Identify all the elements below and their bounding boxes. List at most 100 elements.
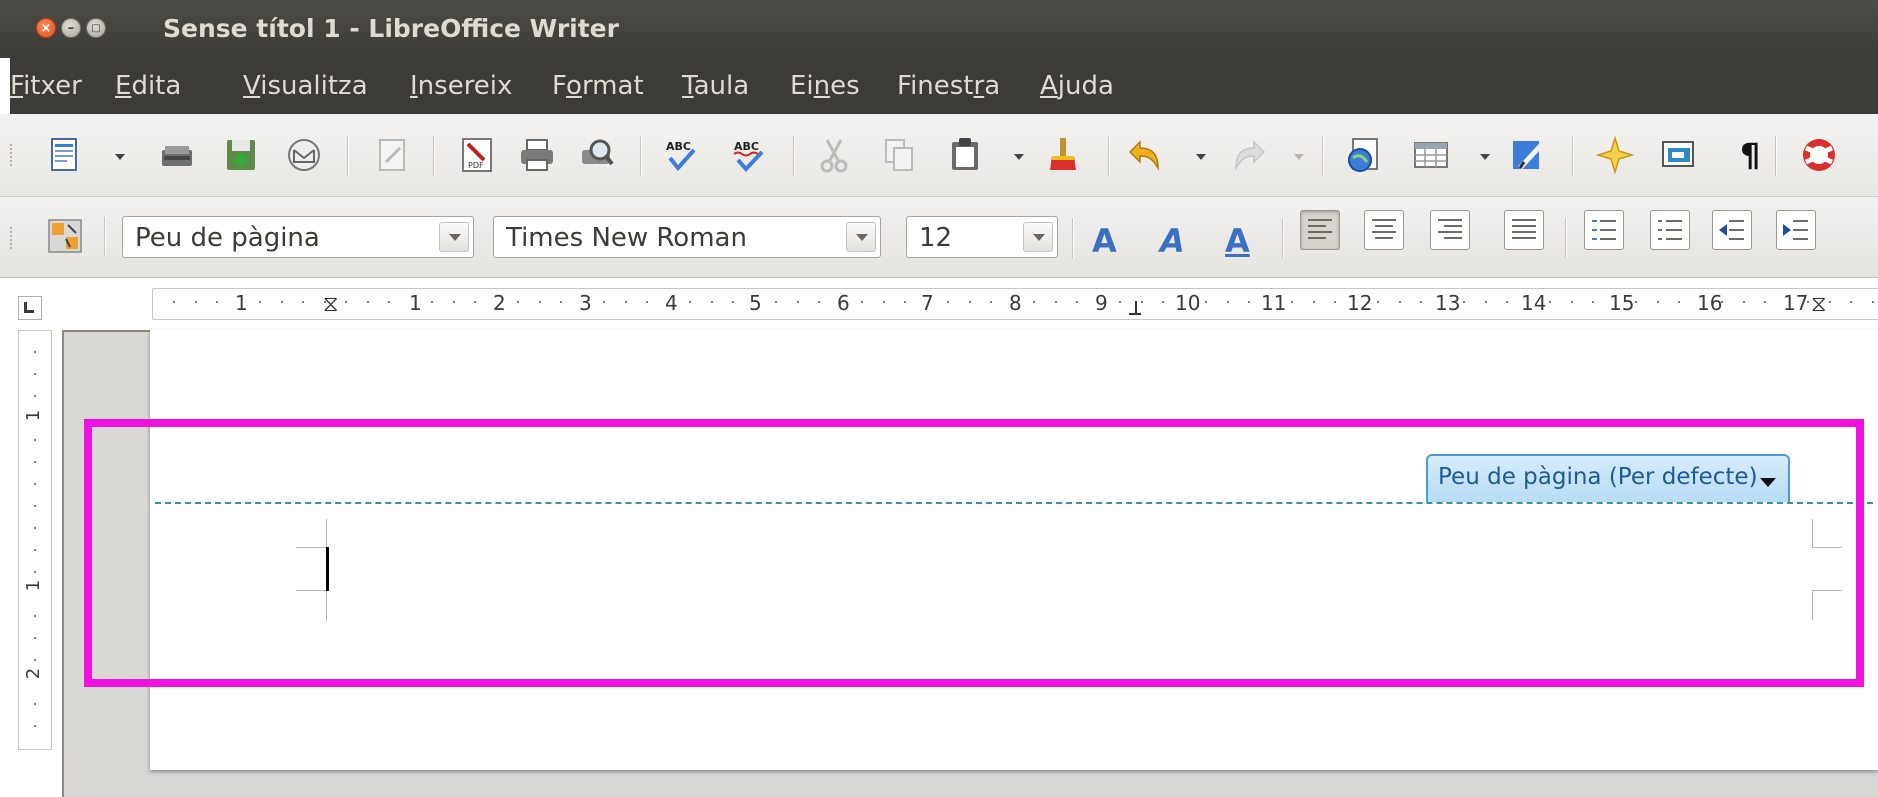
paragraph-style-combo[interactable]: Peu de pàgina <box>122 216 474 258</box>
menu-format[interactable]: Format <box>552 71 644 101</box>
menu-ajuda[interactable]: Ajuda <box>1040 71 1114 101</box>
toolbar-grip[interactable] <box>10 144 16 166</box>
chevron-down-icon[interactable] <box>439 222 469 252</box>
gallery-icon[interactable] <box>1596 136 1634 174</box>
title-bar: × – □ Sense títol 1 - LibreOffice Writer <box>0 0 1878 58</box>
font-size-combo[interactable]: 12 <box>906 216 1058 258</box>
ruler-tick <box>818 301 820 303</box>
toolbar-separator <box>104 217 106 257</box>
ruler-tick <box>947 301 949 303</box>
redo-icon[interactable] <box>1228 136 1266 174</box>
print-icon[interactable] <box>518 136 556 174</box>
redo-dropdown-icon[interactable] <box>1294 154 1304 160</box>
ruler-tick <box>173 301 175 303</box>
numbering-button[interactable] <box>1584 210 1624 250</box>
cut-icon[interactable] <box>815 136 853 174</box>
vertical-ruler[interactable]: 1 1 2 <box>18 330 52 750</box>
save-icon[interactable] <box>222 136 260 174</box>
menu-visualitza[interactable]: Visualitza <box>243 71 368 101</box>
formatting-marks-icon[interactable]: ¶ <box>1740 136 1760 174</box>
copy-icon[interactable] <box>880 136 918 174</box>
email-icon[interactable] <box>285 136 323 174</box>
ruler-label: 10 <box>1175 291 1201 315</box>
vertical-ruler-tick <box>34 725 36 727</box>
paste-icon[interactable] <box>946 136 984 174</box>
maximize-window-button[interactable]: □ <box>86 18 106 38</box>
ruler-label: 12 <box>1347 291 1373 315</box>
ruler-tick <box>1742 301 1745 303</box>
menu-eines[interactable]: Eines <box>790 71 860 101</box>
vertical-ruler-tick <box>34 461 36 463</box>
minimize-window-button[interactable]: – <box>61 18 81 38</box>
toolbar-separator <box>1108 136 1110 176</box>
italic-button[interactable]: A <box>1160 222 1185 260</box>
underline-button[interactable]: A <box>1225 222 1250 260</box>
menu-taula[interactable]: Taula <box>682 71 749 101</box>
navigator-icon[interactable] <box>1345 136 1383 174</box>
vertical-ruler-tick <box>34 483 36 485</box>
horizontal-ruler[interactable]: 1 1 2 3 4 5 6 7 8 9 10 11 12 13 14 15 16 17 ⧖ ⧖ <box>64 288 1878 326</box>
ruler-tick <box>1549 301 1551 303</box>
ruler-tick <box>345 301 347 303</box>
menu-edita[interactable]: Edita <box>115 71 181 101</box>
edit-mode-icon[interactable] <box>374 136 412 174</box>
horizontal-ruler-scale: 1 1 2 3 4 5 6 7 8 9 10 11 12 13 14 15 16 17 ⧖ ⧖ <box>152 288 1878 320</box>
close-window-button[interactable]: × <box>36 18 56 38</box>
undo-icon[interactable] <box>1128 136 1166 174</box>
print-preview-icon[interactable] <box>578 136 616 174</box>
ruler-label: 3 <box>579 291 592 315</box>
table-dropdown-icon[interactable] <box>1480 154 1490 160</box>
table-icon[interactable] <box>1412 136 1450 174</box>
paste-dropdown-icon[interactable] <box>1014 154 1024 160</box>
toolbar-grip[interactable] <box>10 227 16 249</box>
ruler-tick <box>1721 301 1723 303</box>
clone-formatting-icon[interactable] <box>1044 136 1082 174</box>
vertical-ruler-tick <box>34 439 36 441</box>
open-icon[interactable] <box>158 136 196 174</box>
ruler-tick <box>1312 301 1315 303</box>
font-name-combo[interactable]: Times New Roman <box>493 216 881 258</box>
increase-indent-button[interactable] <box>1776 210 1816 250</box>
bullets-button[interactable] <box>1650 210 1690 250</box>
menu-insereix[interactable]: Insereix <box>410 71 512 101</box>
justify-button[interactable] <box>1504 210 1544 250</box>
menu-fitxer[interactable]: Fitxer <box>10 71 82 101</box>
ruler-label: 16 <box>1697 291 1723 315</box>
ruler-tick <box>646 301 648 303</box>
right-indent-marker[interactable]: ⧖ <box>1811 292 1826 317</box>
new-document-icon[interactable] <box>46 136 84 174</box>
menu-finestra[interactable]: Finestra <box>897 71 1000 101</box>
undo-dropdown-icon[interactable] <box>1196 154 1206 160</box>
ruler-tick <box>1420 301 1422 303</box>
first-line-indent-marker[interactable]: ⧖ <box>323 292 338 317</box>
font-name-value: Times New Roman <box>506 223 747 253</box>
ruler-label: 1 <box>409 291 422 315</box>
bold-button[interactable]: A <box>1092 222 1117 260</box>
new-dropdown-icon[interactable] <box>115 154 125 160</box>
ruler-tick <box>1205 301 1207 303</box>
align-right-button[interactable] <box>1430 210 1470 250</box>
ruler-tick <box>302 301 304 303</box>
ruler-tick <box>732 301 734 303</box>
spellcheck-icon[interactable]: ABC <box>662 136 700 174</box>
menu-bar: Fitxer Edita Visualitza Insereix Format … <box>10 58 1878 114</box>
ruler-tick <box>259 301 261 303</box>
tab-stop-selector[interactable] <box>18 296 42 320</box>
align-center-button[interactable] <box>1364 210 1404 250</box>
window-title: Sense títol 1 - LibreOffice Writer <box>163 14 619 43</box>
styles-and-formatting-icon[interactable] <box>46 217 84 255</box>
help-icon[interactable] <box>1800 136 1838 174</box>
data-sources-icon[interactable] <box>1660 136 1698 174</box>
toolbar-separator <box>1322 136 1324 176</box>
ruler-tick <box>560 301 562 303</box>
chevron-down-icon[interactable] <box>1023 222 1053 252</box>
decrease-indent-button[interactable] <box>1712 210 1752 250</box>
align-left-button[interactable] <box>1300 210 1340 250</box>
font-size-value: 12 <box>919 223 953 253</box>
ruler-tick <box>1592 301 1594 303</box>
export-pdf-icon[interactable]: PDF <box>458 136 496 174</box>
chevron-down-icon[interactable] <box>846 222 876 252</box>
draw-functions-icon[interactable] <box>1510 136 1548 174</box>
ruler-tick <box>388 301 390 303</box>
autospellcheck-icon[interactable]: ABC <box>730 136 768 174</box>
